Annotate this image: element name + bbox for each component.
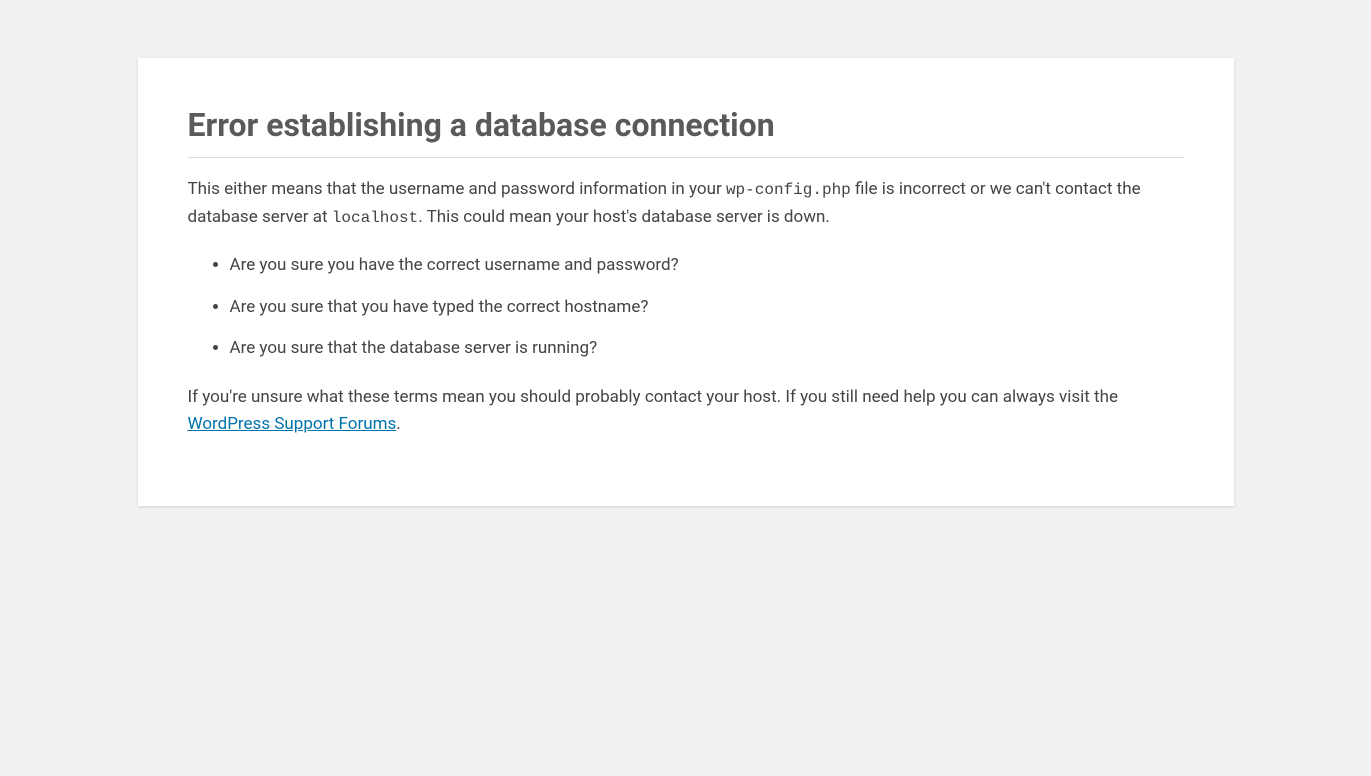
page-title: Error establishing a database connection	[188, 84, 1184, 158]
help-paragraph: If you're unsure what these terms mean y…	[188, 384, 1184, 438]
help-text-1: If you're unsure what these terms mean y…	[188, 387, 1119, 407]
localhost-code: localhost	[332, 209, 418, 227]
list-item: Are you sure you have the correct userna…	[230, 253, 1184, 279]
intro-text-3: . This could mean your host's database s…	[418, 207, 830, 227]
help-text-2: .	[396, 414, 400, 434]
error-page-container: Error establishing a database connection…	[138, 58, 1234, 506]
wp-config-code: wp-config.php	[726, 181, 851, 199]
intro-paragraph: This either means that the username and …	[188, 176, 1184, 231]
support-forums-link[interactable]: WordPress Support Forums	[188, 414, 397, 434]
intro-text-1: This either means that the username and …	[188, 179, 726, 199]
checklist: Are you sure you have the correct userna…	[230, 253, 1184, 362]
list-item: Are you sure that the database server is…	[230, 336, 1184, 362]
list-item: Are you sure that you have typed the cor…	[230, 295, 1184, 321]
